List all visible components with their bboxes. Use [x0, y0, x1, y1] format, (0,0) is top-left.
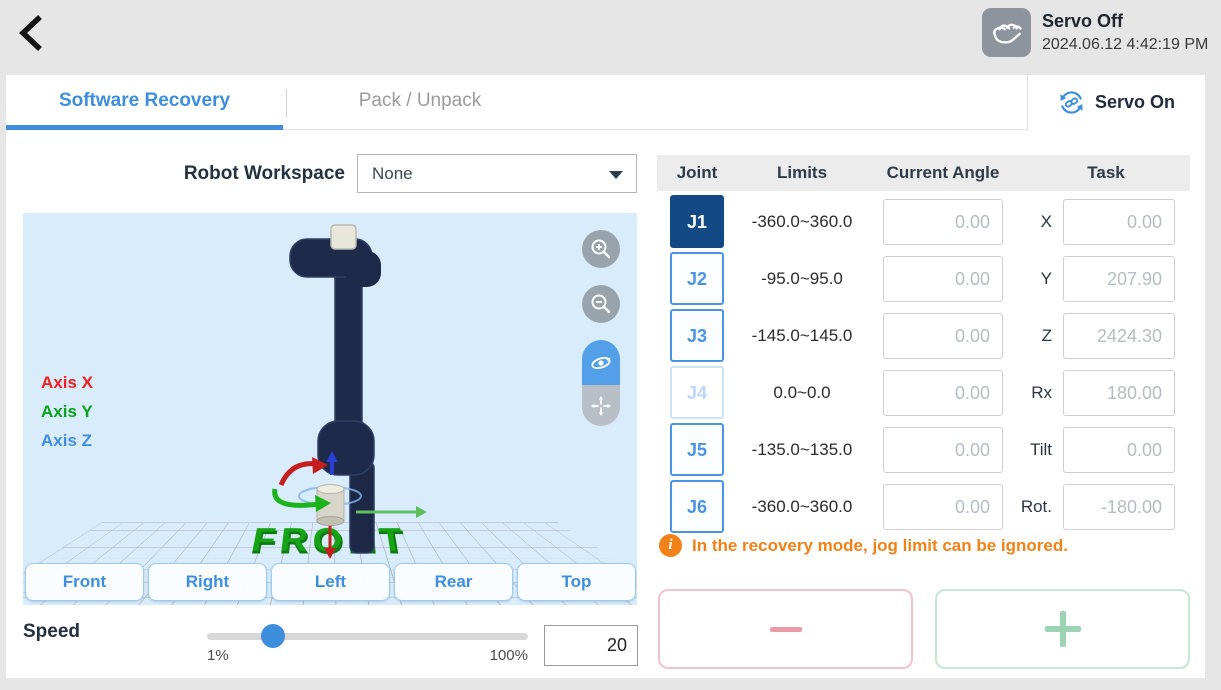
joint-row-j5: J5 -135.0~135.0 Tilt: [657, 421, 1190, 478]
rotate-3d-icon: [589, 351, 613, 375]
speed-value-input[interactable]: [545, 626, 637, 665]
task-x-label: X: [997, 193, 1052, 250]
joint-j1-button[interactable]: J1: [670, 195, 724, 248]
task-y-label: Y: [997, 250, 1052, 307]
robot-arm-model: [23, 213, 637, 605]
j3-current-angle-input: [883, 313, 1003, 359]
view-buttons-row: Front Right Left Rear Top: [25, 563, 636, 601]
task-tilt-input: [1063, 427, 1175, 473]
workspace-selected-value: None: [372, 155, 413, 192]
pan-move-icon: [589, 394, 613, 418]
tab-software-recovery[interactable]: Software Recovery: [6, 75, 283, 130]
minus-icon: [770, 627, 802, 632]
active-tab-underline: [6, 125, 283, 130]
speed-max-label: 100%: [458, 647, 528, 664]
speed-label: Speed: [23, 621, 80, 643]
j3-limits: -145.0~145.0: [737, 307, 867, 364]
j1-limits: -360.0~360.0: [737, 193, 867, 250]
joint-j2-button[interactable]: J2: [670, 252, 724, 305]
speed-slider-track[interactable]: [207, 633, 528, 640]
zoom-out-icon: [590, 293, 612, 315]
view-front-button[interactable]: Front: [25, 563, 144, 601]
task-y-input: [1063, 256, 1175, 302]
col-task: Task: [1046, 155, 1166, 191]
joint-j5-button[interactable]: J5: [670, 423, 724, 476]
joint-j4-button: J4: [670, 366, 724, 419]
axis-y-label: Axis Y: [41, 402, 93, 422]
task-rx-input: [1063, 370, 1175, 416]
axis-z-label: Axis Z: [41, 431, 92, 451]
servo-on-label: Servo On: [1095, 92, 1175, 113]
servo-on-button[interactable]: Servo On: [1027, 75, 1205, 130]
j6-current-angle-input: [883, 484, 1003, 530]
axis-x-label: Axis X: [41, 373, 93, 393]
joint-row-j6: J6 -360.0~360.0 Rot.: [657, 478, 1190, 535]
joint-row-j4: J4 0.0~0.0 Rx: [657, 364, 1190, 421]
j5-current-angle-input: [883, 427, 1003, 473]
j4-current-angle-input: [883, 370, 1003, 416]
servo-status-text: Servo Off: [1042, 11, 1123, 32]
j1-current-angle-input: [883, 199, 1003, 245]
pan-view-button[interactable]: [582, 385, 620, 426]
task-tilt-label: Tilt: [997, 421, 1052, 478]
view-top-button[interactable]: Top: [517, 563, 636, 601]
tab-pack-unpack[interactable]: Pack / Unpack: [287, 75, 553, 130]
col-current-angle: Current Angle: [867, 155, 1019, 191]
jog-minus-button[interactable]: [658, 589, 913, 669]
view-left-button[interactable]: Left: [271, 563, 390, 601]
task-z-label: Z: [997, 307, 1052, 364]
speed-value-box: [544, 625, 638, 666]
zoom-in-icon: [590, 238, 612, 260]
joint-row-j1: J1 -360.0~360.0 X: [657, 193, 1190, 250]
j2-limits: -95.0~95.0: [737, 250, 867, 307]
view-right-button[interactable]: Right: [148, 563, 267, 601]
j5-limits: -135.0~135.0: [737, 421, 867, 478]
main-card: Software Recovery Pack / Unpack Servo On…: [6, 75, 1205, 678]
recovery-screen: Servo Off 2024.06.12 4:42:19 PM Software…: [0, 0, 1221, 690]
recovery-notice-text: In the recovery mode, jog limit can be i…: [692, 534, 1068, 557]
task-rx-label: Rx: [997, 364, 1052, 421]
jog-plus-button[interactable]: [935, 589, 1190, 669]
tab-bar: Software Recovery Pack / Unpack Servo On: [6, 75, 1205, 130]
joint-row-j3: J3 -145.0~145.0 Z: [657, 307, 1190, 364]
j2-current-angle-input: [883, 256, 1003, 302]
j4-limits: 0.0~0.0: [737, 364, 867, 421]
back-chevron-icon: [14, 12, 48, 54]
plus-icon: [1045, 611, 1081, 647]
col-joint: Joint: [657, 155, 737, 191]
view-rear-button[interactable]: Rear: [394, 563, 513, 601]
datetime-text: 2024.06.12 4:42:19 PM: [1042, 36, 1208, 54]
j6-limits: -360.0~360.0: [737, 478, 867, 535]
hand-guiding-icon: [982, 8, 1031, 57]
back-button[interactable]: [14, 12, 48, 54]
task-x-input: [1063, 199, 1175, 245]
task-rot-input: [1063, 484, 1175, 530]
rotate-view-button[interactable]: [582, 340, 620, 385]
joint-j3-button[interactable]: J3: [670, 309, 724, 362]
zoom-in-button[interactable]: [582, 230, 620, 268]
task-z-input: [1063, 313, 1175, 359]
joint-j6-button[interactable]: J6: [670, 480, 724, 533]
servo-on-icon: [1058, 89, 1085, 116]
robot-3d-viewport[interactable]: FRONT: [23, 213, 637, 605]
robot-workspace-dropdown[interactable]: None: [357, 154, 637, 193]
info-icon: i: [659, 534, 682, 557]
view-mode-toggle: [582, 340, 620, 426]
col-limits: Limits: [737, 155, 867, 191]
joint-row-j2: J2 -95.0~95.0 Y: [657, 250, 1190, 307]
robot-workspace-label: Robot Workspace: [179, 155, 345, 193]
dropdown-caret-icon: [609, 171, 623, 179]
speed-slider-thumb[interactable]: [261, 624, 285, 648]
task-rot-label: Rot.: [997, 478, 1052, 535]
zoom-out-button[interactable]: [582, 285, 620, 323]
speed-min-label: 1%: [207, 647, 229, 664]
joint-table-header: Joint Limits Current Angle Task: [657, 155, 1190, 191]
